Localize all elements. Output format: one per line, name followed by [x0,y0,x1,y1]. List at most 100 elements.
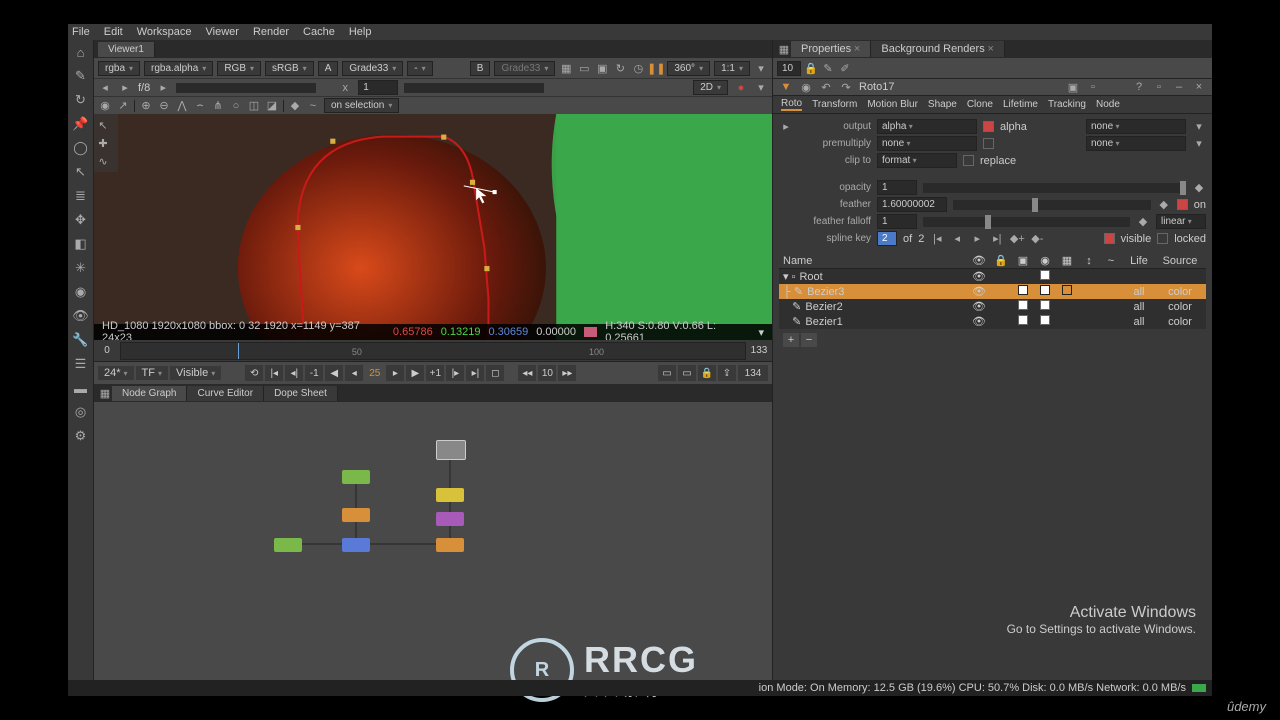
gear-icon[interactable]: ⚙ [71,426,91,446]
node-redo-icon[interactable]: ↷ [839,80,853,94]
fps-select[interactable]: 24* [98,366,134,380]
viewer-tab[interactable]: Viewer1 [98,42,155,57]
zoom-select[interactable]: 360° [667,61,710,76]
sync-icon[interactable]: ⟲ [245,365,263,381]
node-merge[interactable] [342,538,370,552]
opacity-anim-icon[interactable]: ◆ [1192,181,1206,195]
clock-icon[interactable]: ◷ [631,61,645,75]
props-grip-icon[interactable]: ▦ [777,42,791,56]
menu-icon[interactable]: ▾ [754,61,768,75]
tf-select[interactable]: TF [136,366,168,380]
node-name[interactable]: Roto17 [859,81,894,93]
tab-tracking[interactable]: Tracking [1048,99,1086,110]
col-name[interactable]: Name [783,255,966,267]
add-tool-icon[interactable]: ✚ [96,136,110,150]
first-frame-icon[interactable]: |◂ [265,365,283,381]
output-select[interactable]: alpha [877,119,977,134]
falloff-slider[interactable] [923,217,1130,227]
col-blend-icon[interactable]: ▦ [1058,254,1076,267]
tab-roto[interactable]: Roto [781,98,802,111]
next-key-icon[interactable]: |▸ [446,365,464,381]
col-lock-icon[interactable]: 🔒 [992,254,1010,267]
tab-clone[interactable]: Clone [967,99,993,110]
selection-mode-select[interactable]: on selection [324,98,399,113]
feather-on-check[interactable] [1177,199,1188,210]
premult-check[interactable] [983,138,994,149]
falloff-field[interactable]: 1 [877,214,917,229]
tab-dope-sheet[interactable]: Dope Sheet [264,386,338,401]
tab-bg-renders[interactable]: Background Renders × [871,41,1005,57]
opacity-slider[interactable] [923,183,1186,193]
play-fwd-icon[interactable]: ▶ [406,365,424,381]
home-icon[interactable]: ⌂ [71,42,91,62]
play-bwd-icon[interactable]: ◀ [325,365,343,381]
last-frame-icon[interactable]: ▸| [466,365,484,381]
wrench-icon[interactable]: 🔧 [71,330,91,350]
tab-transform[interactable]: Transform [812,99,857,110]
move-icon[interactable]: ✥ [71,210,91,230]
refresh-icon[interactable]: ↻ [71,90,91,110]
add-point-icon[interactable]: ⊕ [139,99,153,113]
shape-row-bezier3[interactable]: ├ ✎ Bezier3 👁 allcolor [779,284,1206,299]
tab-node[interactable]: Node [1096,99,1120,110]
loop-count[interactable]: 10 [538,365,556,381]
feather-field[interactable]: 1.60000002 [877,197,947,212]
channel-select[interactable]: rgba [98,61,140,76]
pin-icon[interactable]: 📌 [71,114,91,134]
stop-icon[interactable]: ◻ [486,365,504,381]
snowflake-icon[interactable]: ✳ [71,258,91,278]
key-add-icon[interactable]: ◆+ [1010,232,1024,246]
cube-icon[interactable]: ◧ [71,234,91,254]
input-a-select[interactable]: Grade33 [342,61,403,76]
curve-tool-icon[interactable]: ∿ [96,154,110,168]
eye-icon[interactable]: 👁 [71,306,91,326]
arrow-icon[interactable]: ↖ [71,162,91,182]
remove-shape-button[interactable]: − [801,333,817,347]
lock-all-icon[interactable]: 🔒 [804,61,818,75]
node-eye-icon[interactable]: ◉ [799,80,813,94]
props-count[interactable]: 10 [777,61,801,76]
output-select2[interactable]: none [1086,119,1186,134]
col-overlay-icon[interactable]: ▣ [1014,254,1032,267]
col-source[interactable]: Source [1158,255,1202,267]
tab-node-graph[interactable]: Node Graph [112,386,187,401]
feather-slider[interactable] [953,200,1151,210]
clear-icon[interactable]: ✎ [821,61,835,75]
loop-fwd-icon[interactable]: ▸▸ [558,365,576,381]
list-icon[interactable]: ☰ [71,354,91,374]
node-center-icon[interactable]: ▣ [1066,80,1080,94]
tab-lifetime[interactable]: Lifetime [1003,99,1038,110]
layers-icon[interactable]: ≣ [71,186,91,206]
view-mode-select[interactable]: 2D [693,80,728,95]
gamma-slider[interactable] [404,83,544,93]
node-purple[interactable] [436,512,464,526]
menu-workspace[interactable]: Workspace [137,26,192,38]
feather-anim-icon[interactable]: ◆ [1157,198,1171,212]
timeline-track[interactable]: 50 100 [120,342,746,360]
tab-motion-blur[interactable]: Motion Blur [867,99,918,110]
node-min-icon[interactable]: – [1172,80,1186,94]
circle-icon[interactable]: ◯ [71,138,91,158]
premult-drop-icon[interactable]: ▾ [1192,137,1206,151]
menu-file[interactable]: File [72,26,90,38]
timeline-end[interactable]: 133 [746,345,772,356]
disc-icon[interactable]: ◉ [71,282,91,302]
output-red-check[interactable] [983,121,994,132]
node-orange1[interactable] [342,508,370,522]
t1-icon[interactable]: ◫ [247,99,261,113]
remove-point-icon[interactable]: ⊖ [157,99,171,113]
break-icon[interactable]: ⋔ [211,99,225,113]
premult-select2[interactable]: none [1086,136,1186,151]
t2-icon[interactable]: ◪ [265,99,279,113]
node-yellow[interactable] [436,488,464,502]
ripple-icon[interactable]: ~ [306,99,320,113]
premult-select[interactable]: none [877,136,977,151]
clip-select[interactable]: format [877,153,957,168]
panel-grip-icon[interactable]: ▦ [98,386,112,400]
brush-icon[interactable]: ✎ [71,66,91,86]
expand-icon[interactable]: ▸ [779,120,793,134]
step-fwd-icon[interactable]: ▸ [386,365,404,381]
lock-icon[interactable]: 🔒 [698,365,716,381]
shape-row-bezier2[interactable]: ✎ Bezier2 👁 allcolor [779,299,1206,314]
nav-next-icon[interactable]: ▸ [118,81,132,95]
